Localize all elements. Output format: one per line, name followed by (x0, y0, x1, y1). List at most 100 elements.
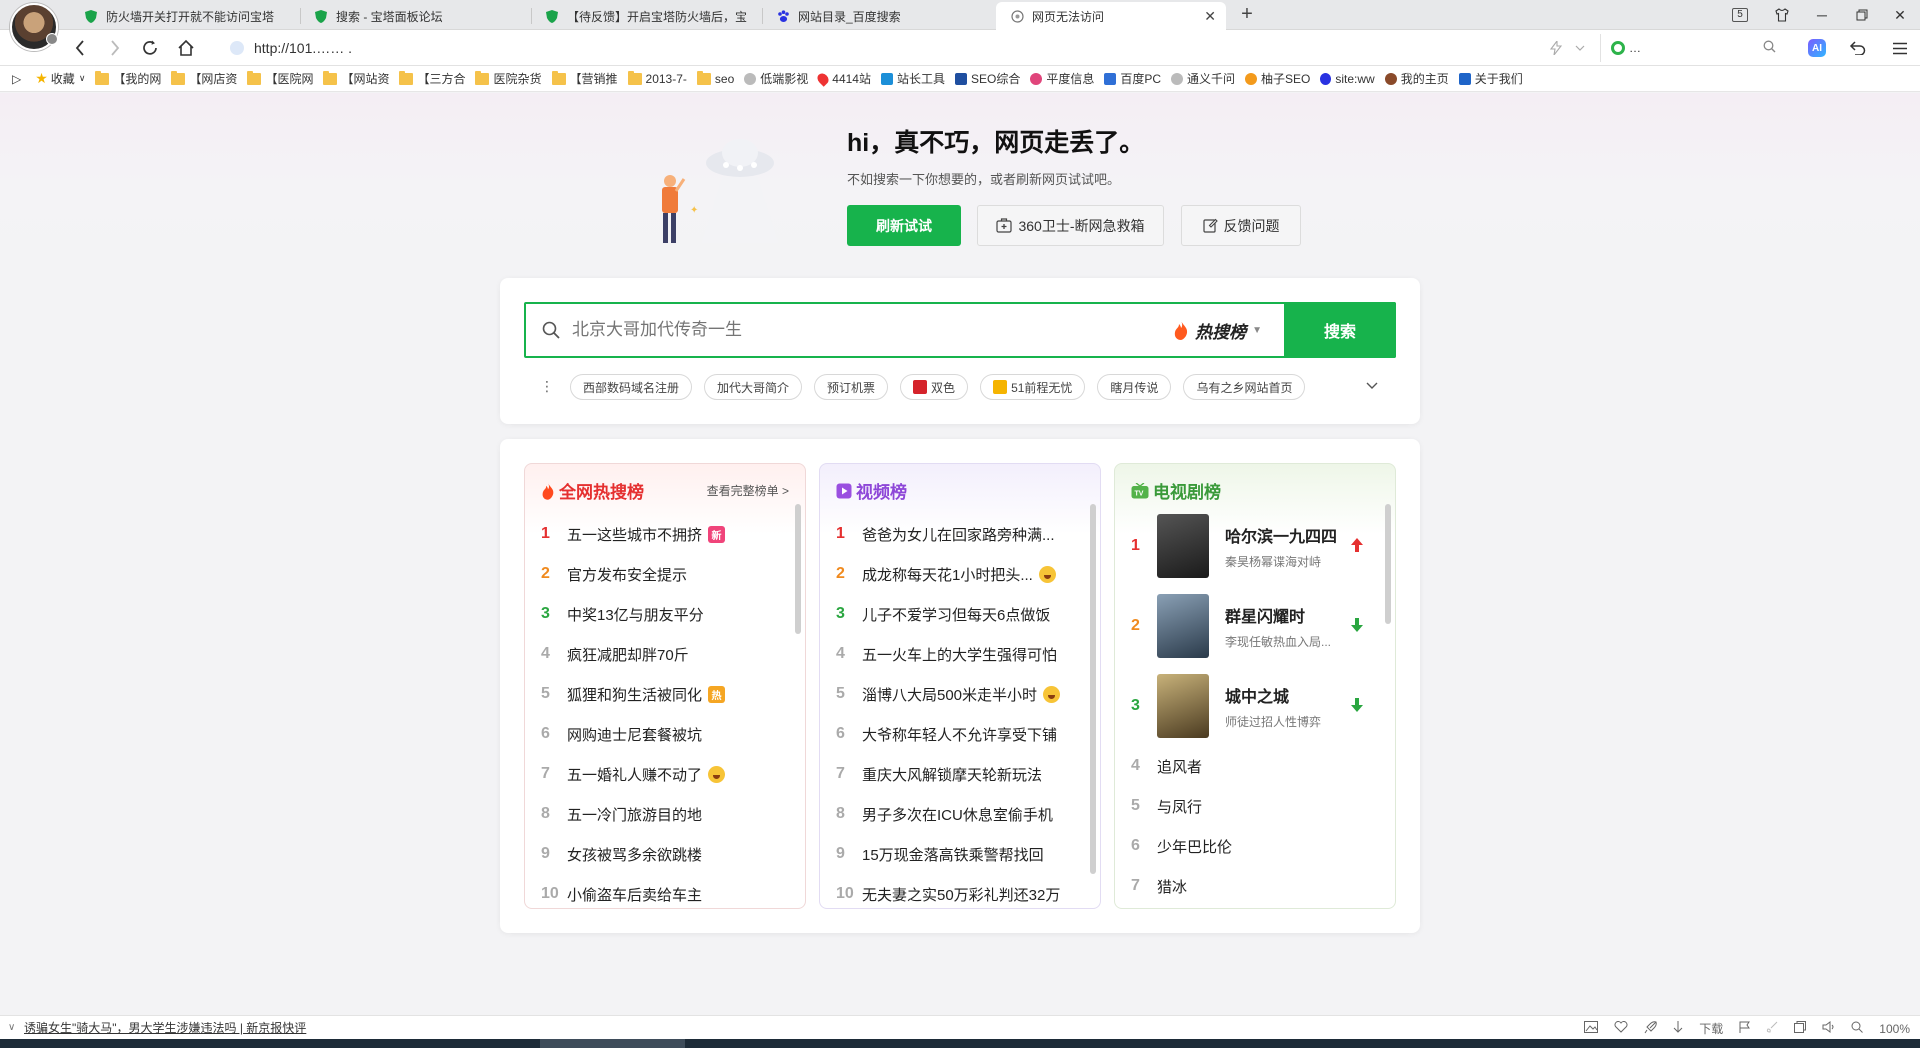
speaker-icon[interactable] (1822, 1021, 1835, 1036)
shirt-skin-icon[interactable] (1762, 0, 1802, 30)
video-item[interactable]: 1 爸爸为女儿在回家路旁种满... (820, 514, 1090, 554)
flag-icon[interactable] (1739, 1021, 1751, 1036)
tab-count-button[interactable]: 5 (1720, 0, 1760, 30)
new-tab-button[interactable]: + (1234, 3, 1260, 27)
video-item[interactable]: 7 重庆大风解锁摩天轮新玩法 (820, 754, 1090, 794)
video-item[interactable]: 6 大爷称年轻人不允许享受下铺 (820, 714, 1090, 754)
feedback-button[interactable]: 反馈问题 (1181, 205, 1301, 246)
video-item[interactable]: 8 男子多次在ICU休息室偷手机 (820, 794, 1090, 834)
video-item[interactable]: 3 儿子不爱学习但每天6点做饭 (820, 594, 1090, 634)
heart-rate-icon[interactable] (1614, 1021, 1628, 1036)
home-button[interactable] (174, 36, 198, 60)
scrollbar[interactable] (1385, 504, 1391, 894)
window-icon[interactable] (1794, 1021, 1807, 1036)
scrollbar-thumb[interactable] (795, 504, 801, 634)
bookmark-folder[interactable]: 【医院网 (247, 70, 313, 87)
bookmark-link[interactable]: 柚子SEO (1245, 70, 1310, 87)
tab-2[interactable]: 搜索 - 宝塔面板论坛 (300, 2, 530, 30)
video-item[interactable]: 2 成龙称每天花1小时把头... (820, 554, 1090, 594)
bookmark-link[interactable]: 低端影视 (744, 70, 808, 87)
news-ticker-link[interactable]: 诱骗女生"骑大马"，男大学生涉嫌违法吗 | 新京报快评 (24, 1019, 306, 1036)
bookmark-link[interactable]: 关于我们 (1458, 70, 1523, 87)
zoom-level[interactable]: 100% (1879, 1022, 1910, 1036)
suggestion-chip[interactable]: 加代大哥简介 (704, 374, 803, 400)
reload-button[interactable] (138, 36, 162, 60)
forward-button[interactable] (103, 36, 127, 60)
bookmark-folder[interactable]: 【营销推 (551, 70, 618, 87)
bookmark-folder[interactable]: 【网店资 (171, 70, 237, 87)
zoom-icon[interactable] (1851, 1021, 1864, 1036)
suggestion-chip[interactable]: 乌有之乡网站首页 (1183, 374, 1306, 400)
ai-assistant-icon[interactable]: AI (1808, 39, 1826, 57)
image-icon[interactable] (1584, 1021, 1599, 1036)
search-input[interactable] (572, 320, 1142, 340)
scrollbar-thumb[interactable] (1385, 504, 1391, 624)
suggestion-chip[interactable]: 瞎月传说 (1097, 374, 1172, 400)
search-icon[interactable] (1763, 40, 1776, 56)
hot-item[interactable]: 3 中奖13亿与朋友平分 (525, 594, 795, 634)
bookmark-folder[interactable]: 2013-7- (627, 70, 687, 86)
tv-item[interactable]: 5 与凤行 (1115, 786, 1385, 826)
tv-item[interactable]: 3 城中之城 师徒过招人性博弈 (1115, 666, 1385, 746)
close-tab-icon[interactable]: ✕ (1204, 8, 1216, 25)
bookmark-folder[interactable]: 【三方合 (399, 70, 465, 87)
bookmarks-sidebar-toggle-icon[interactable]: ▷ (12, 72, 21, 86)
bookmark-folder[interactable]: 【网站资 (323, 70, 389, 87)
chevron-down-icon[interactable]: ∨ (8, 1022, 15, 1033)
tv-item[interactable]: 1 哈尔滨一九四四 秦昊杨幂谍海对峙 (1115, 506, 1385, 586)
search-button[interactable]: 搜索 (1284, 302, 1396, 358)
rocket-icon[interactable] (1644, 1020, 1658, 1037)
chevron-down-icon[interactable] (1366, 378, 1378, 393)
tv-item[interactable]: 2 群星闪耀时 李现任敏热血入局... (1115, 586, 1385, 666)
scrollbar[interactable] (1090, 504, 1096, 894)
bookmark-link[interactable]: 百度PC (1104, 70, 1161, 87)
bookmark-link[interactable]: site:ww (1320, 72, 1375, 86)
scrollbar-thumb[interactable] (1090, 504, 1096, 874)
chevron-down-icon[interactable] (1568, 36, 1592, 60)
bookmark-folder[interactable]: seo (696, 70, 734, 86)
video-item[interactable]: 10 无夫妻之实50万彩礼判还32万 (820, 874, 1090, 908)
search-engine-box[interactable]: … (1600, 34, 1788, 62)
avatar-menu-icon[interactable] (46, 33, 58, 45)
suggestion-chip[interactable]: 西部数码域名注册 (570, 374, 693, 400)
hot-list-selector[interactable]: 热搜榜 ▼ (1173, 318, 1262, 343)
video-item[interactable]: 4 五一火车上的大学生强得可怕 (820, 634, 1090, 674)
undo-closed-tab-icon[interactable] (1846, 36, 1870, 60)
download-arrow-icon[interactable] (1673, 1021, 1683, 1036)
bookmark-link[interactable]: 4414站 (815, 70, 871, 87)
suggestion-chip[interactable]: 51前程无忧 (980, 374, 1086, 400)
hot-item[interactable]: 1 五一这些城市不拥挤新 (525, 514, 795, 554)
full-list-link[interactable]: 查看完整榜单 > (707, 482, 789, 499)
network-rescue-button[interactable]: 360卫士-断网急救箱 (977, 205, 1164, 246)
bookmark-link[interactable]: 通义千问 (1171, 70, 1235, 87)
tab-4[interactable]: 网站目录_百度搜索 (762, 2, 992, 30)
video-item[interactable]: 5 淄博八大局500米走半小时 (820, 674, 1090, 714)
minimize-button[interactable]: ─ (1802, 0, 1842, 30)
site-info-icon[interactable] (230, 41, 244, 55)
url-text[interactable]: http://101.…… . (254, 40, 352, 56)
tab-5-active[interactable]: 网页无法访问 ✕ (996, 2, 1226, 30)
taskbar-active-app[interactable] (540, 1039, 685, 1048)
close-window-button[interactable]: ✕ (1880, 0, 1920, 30)
tab-3[interactable]: 【待反馈】开启宝塔防火墙后，宝 (531, 2, 761, 30)
bookmark-link[interactable]: 站长工具 (880, 70, 945, 87)
hot-item[interactable]: 5 狐狸和狗生活被同化热 (525, 674, 795, 714)
restore-button[interactable] (1842, 0, 1882, 30)
tv-item[interactable]: 7 猎冰 (1115, 866, 1385, 906)
user-avatar[interactable] (10, 3, 58, 51)
brush-icon[interactable] (1766, 1021, 1778, 1036)
suggestion-chip[interactable]: 预订机票 (814, 374, 889, 400)
scrollbar[interactable] (795, 504, 801, 894)
video-item[interactable]: 9 15万现金落高铁乘警帮找回 (820, 834, 1090, 874)
more-vertical-icon[interactable]: ⋮ (540, 378, 554, 395)
tab-1[interactable]: 防火墙开关打开就不能访问宝塔 (70, 2, 300, 30)
bookmark-link[interactable]: SEO综合 (954, 70, 1020, 87)
suggestion-chip[interactable]: 双色 (900, 374, 969, 400)
hot-item[interactable]: 6 网购迪士尼套餐被坑 (525, 714, 795, 754)
back-button[interactable] (68, 36, 92, 60)
lightning-icon[interactable] (1544, 36, 1568, 60)
hot-item[interactable]: 9 女孩被骂多余欲跳楼 (525, 834, 795, 874)
tv-item[interactable]: 4 追风者 (1115, 746, 1385, 786)
download-label[interactable]: 下载 (1699, 1020, 1723, 1037)
tv-poster-image[interactable] (1157, 514, 1209, 578)
